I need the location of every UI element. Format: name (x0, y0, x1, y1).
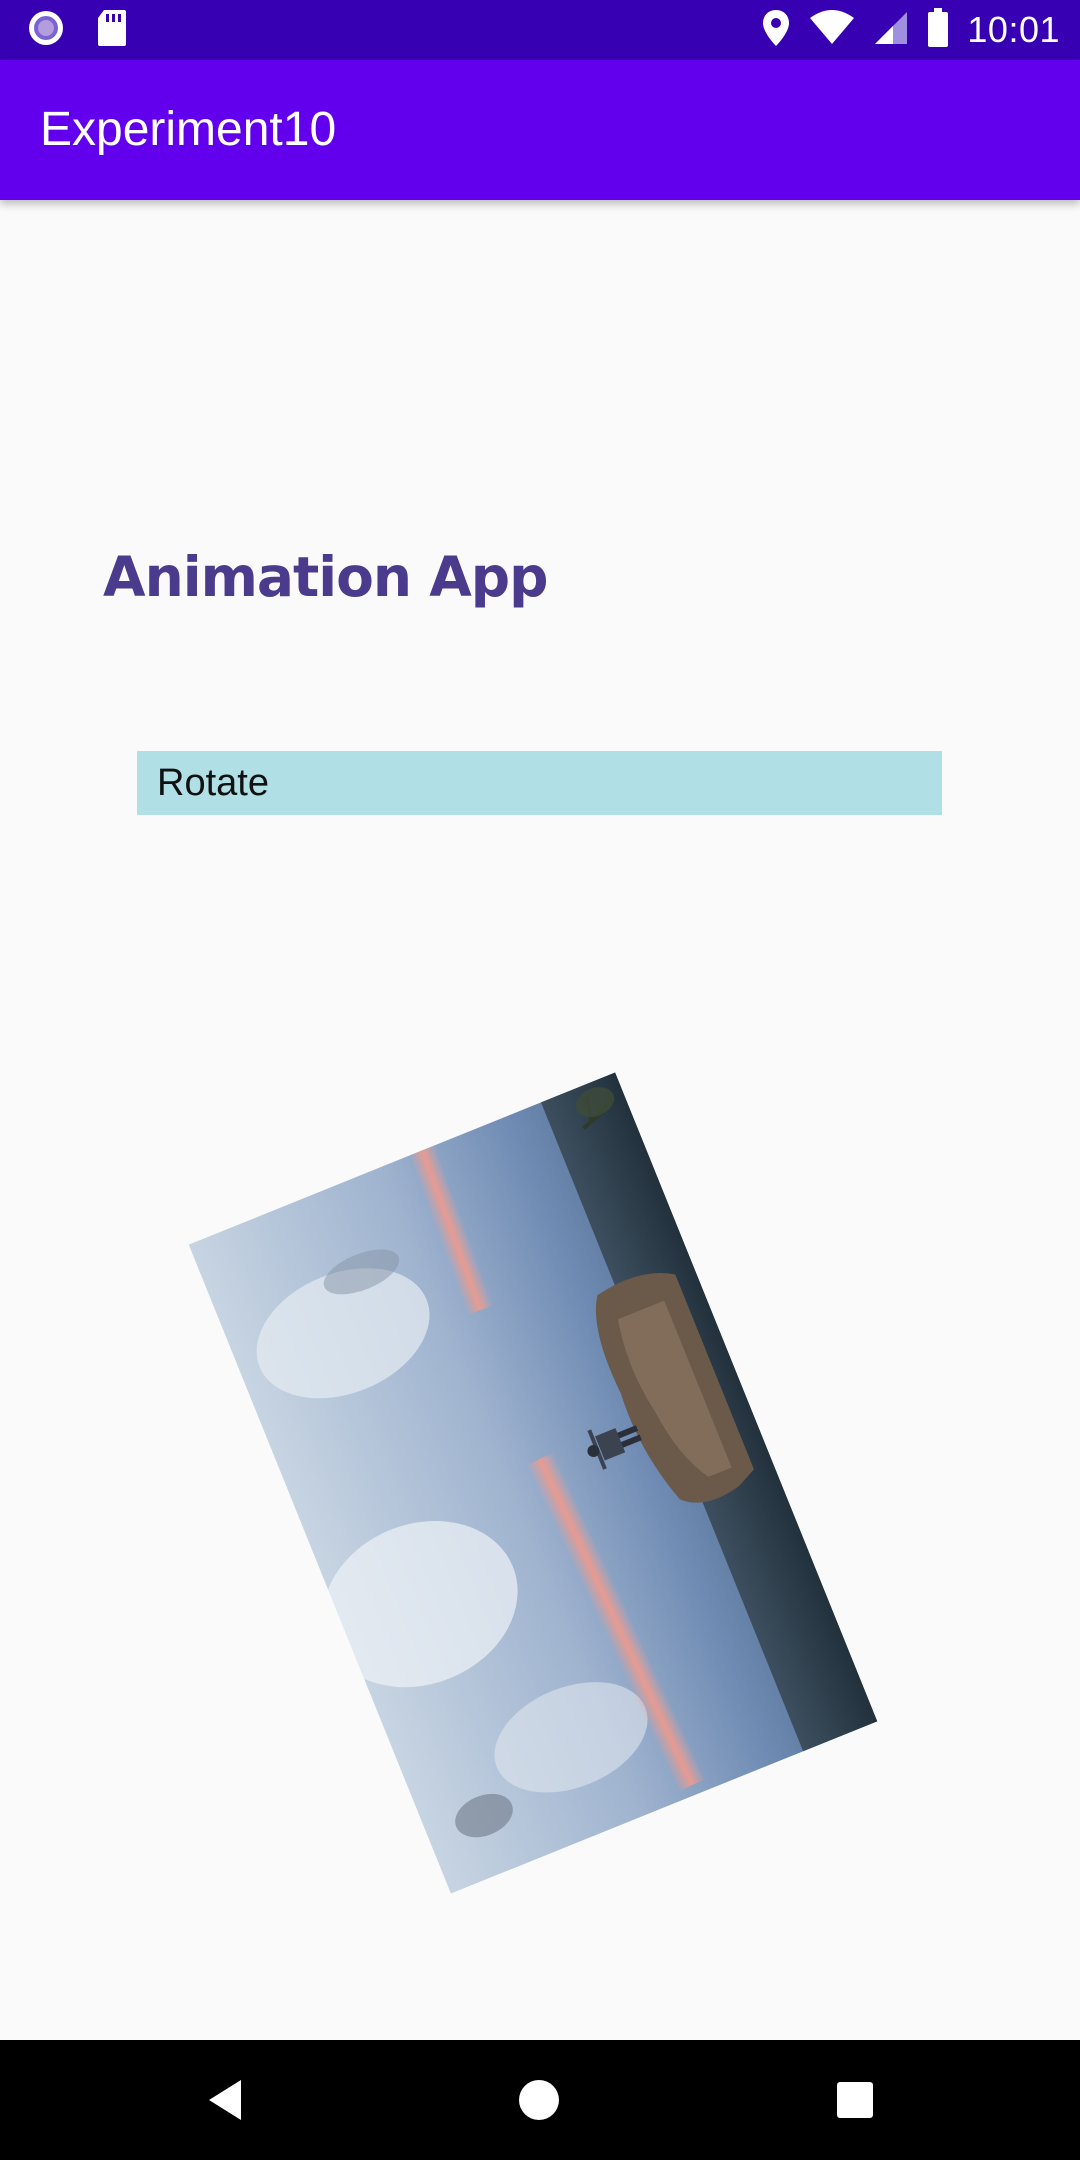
screen: 10:01 Experiment10 Animation App Rotate (0, 0, 1080, 2160)
landscape-photo-image (188, 1072, 878, 1894)
status-time: 10:01 (967, 9, 1060, 50)
sd-card-icon (96, 8, 128, 53)
status-right-icons: 10:01 (761, 7, 1060, 53)
recents-icon[interactable] (825, 2070, 885, 2130)
app-notification-icon (26, 8, 66, 53)
navigation-bar (0, 2040, 1080, 2160)
app-title: Experiment10 (40, 103, 337, 156)
app-bar: Experiment10 (0, 60, 1080, 200)
battery-icon (927, 7, 949, 53)
back-icon[interactable] (195, 2070, 255, 2130)
rotate-button[interactable]: Rotate (137, 751, 942, 815)
home-icon[interactable] (509, 2070, 569, 2130)
page-heading: Animation App (103, 545, 549, 609)
signal-icon (873, 10, 909, 51)
status-bar: 10:01 (0, 0, 1080, 60)
status-left-icons (26, 8, 128, 53)
wifi-icon (809, 9, 855, 51)
location-icon (761, 8, 791, 53)
landscape-photo (188, 1072, 878, 1894)
